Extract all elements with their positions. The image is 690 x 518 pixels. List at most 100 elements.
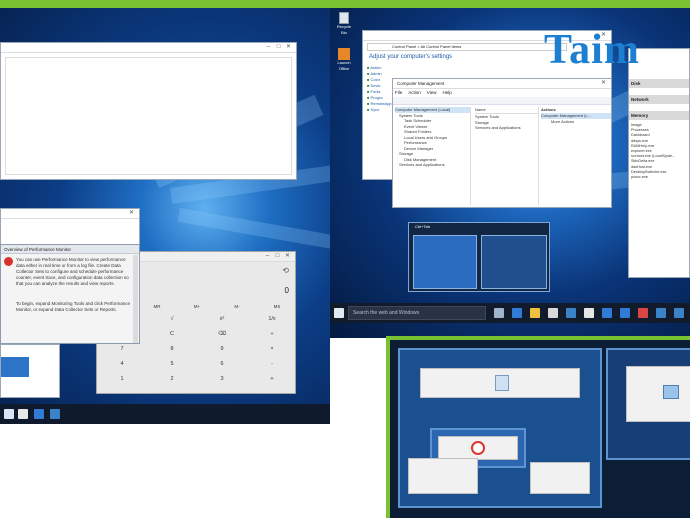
menu-item[interactable]: File: [395, 90, 402, 95]
calc-key[interactable]: 1: [97, 376, 147, 382]
memory-key[interactable]: M+: [177, 304, 217, 309]
app-icon[interactable]: [620, 308, 630, 318]
close-icon[interactable]: ✕: [285, 44, 292, 51]
calc-key[interactable]: -: [247, 361, 297, 367]
window-title: Computer Management: [397, 81, 445, 86]
history-icon[interactable]: ⟲: [282, 266, 289, 275]
zoom-inset: [386, 336, 690, 518]
menu-item[interactable]: View: [427, 90, 437, 95]
app-icon[interactable]: [566, 308, 576, 318]
scrollbar[interactable]: [133, 255, 138, 343]
task-switcher-preview[interactable]: Ctrl+Tab: [408, 222, 550, 292]
process-row[interactable]: pcsvc.exe: [631, 175, 689, 180]
recycle-bin-shortcut[interactable]: Recycle Bin: [334, 12, 354, 36]
calc-key[interactable]: 7: [97, 346, 147, 352]
tree-item[interactable]: Services and Applications: [395, 162, 470, 168]
taskbar-search-box[interactable]: Search the web and Windows: [348, 306, 486, 320]
calc-key[interactable]: ⌫: [197, 331, 247, 337]
blank-window[interactable]: – □ ✕: [0, 42, 297, 180]
app-icon[interactable]: [584, 308, 594, 318]
list: System Tools Storage Services and Applicat…: [475, 114, 538, 131]
task-manager-window[interactable]: Disk Network Memory Image Processes Dashbo…: [628, 48, 690, 278]
maximize-icon[interactable]: □: [274, 253, 281, 260]
taimienphi-logo: Taim: [544, 27, 640, 73]
calc-key[interactable]: 6: [197, 361, 247, 367]
calc-key[interactable]: 8: [147, 346, 197, 352]
dialog-title: Overview of Performance Monitor: [1, 245, 139, 254]
section-network[interactable]: Network: [629, 95, 689, 104]
section-memory[interactable]: Memory: [629, 111, 689, 120]
content-area: [5, 57, 292, 175]
recycle-bin-icon: [339, 12, 349, 24]
memory-key[interactable]: MR: [137, 304, 177, 309]
column-header[interactable]: Name: [475, 107, 538, 114]
section-disk[interactable]: Disk: [629, 79, 689, 88]
memory-key[interactable]: M-: [217, 304, 257, 309]
inset-window: [420, 368, 580, 398]
list-item[interactable]: Services and Applications: [475, 125, 538, 131]
inset-window: [408, 458, 478, 494]
switcher-tile[interactable]: [413, 235, 477, 289]
menu-item[interactable]: Action: [408, 90, 421, 95]
start-icon[interactable]: [4, 409, 14, 419]
menu-item[interactable]: Help: [442, 90, 451, 95]
taskbar-right: Search the web and Windows: [330, 303, 690, 323]
minimize-icon[interactable]: –: [264, 253, 271, 260]
memory-key[interactable]: MS: [257, 304, 297, 309]
task-view-icon[interactable]: [494, 308, 504, 318]
calc-key[interactable]: 2: [147, 376, 197, 382]
close-icon[interactable]: ✕: [284, 253, 291, 260]
app-icon[interactable]: [674, 308, 684, 318]
breadcrumb[interactable]: All Control Panel Items: [421, 44, 462, 49]
app-icon[interactable]: [602, 308, 612, 318]
launch-office-shortcut[interactable]: Launch Office: [334, 48, 354, 72]
computer-management-window[interactable]: Computer Management ✕ File Action View Help…: [392, 78, 612, 208]
action-item[interactable]: More Actions: [541, 119, 611, 125]
minimize-icon[interactable]: –: [265, 44, 272, 51]
title-bar[interactable]: Computer Management ✕: [393, 79, 611, 89]
explorer-icon[interactable]: [34, 409, 44, 419]
inset-desktop-tile[interactable]: [606, 348, 690, 460]
calc-key[interactable]: C: [147, 331, 197, 337]
wallpaper-beam: [177, 208, 330, 250]
calc-key[interactable]: √: [147, 316, 197, 322]
cp-heading: Adjust your computer's settings: [369, 54, 453, 60]
start-icon[interactable]: [334, 308, 344, 318]
edge-icon[interactable]: [512, 308, 522, 318]
small-window[interactable]: [0, 344, 60, 398]
title-bar[interactable]: – □ ✕: [1, 43, 296, 53]
calc-key[interactable]: ÷: [247, 331, 297, 337]
close-icon[interactable]: ✕: [600, 80, 607, 87]
address-bar[interactable]: Control Panel > All Control Panel Items: [367, 43, 567, 51]
inset-window: [438, 436, 518, 460]
cp-item-label: RemoteApp: [370, 101, 392, 106]
calc-key[interactable]: 9: [197, 346, 247, 352]
menu-bar: File Action View Help: [395, 90, 458, 96]
close-icon[interactable]: ✕: [128, 210, 135, 217]
calc-key[interactable]: 1/x: [247, 316, 297, 322]
taskbar-left: [0, 404, 330, 424]
switcher-title: Ctrl+Tab: [415, 224, 431, 229]
title-bar[interactable]: ✕: [1, 209, 139, 219]
app-icon[interactable]: [50, 409, 60, 419]
perf-monitor-dialog[interactable]: Overview of Performance Monitor You can …: [0, 244, 140, 344]
calc-key[interactable]: 4: [97, 361, 147, 367]
inset-window: [626, 366, 690, 422]
inset-desktop-tile[interactable]: [398, 348, 602, 508]
calc-key[interactable]: ×: [247, 346, 297, 352]
cp-item-label: Progra: [370, 95, 383, 100]
maximize-icon[interactable]: □: [275, 44, 282, 51]
inset-content: [390, 340, 690, 518]
folder-icon[interactable]: [530, 308, 540, 318]
calc-key[interactable]: 3: [197, 376, 247, 382]
calc-key[interactable]: +: [247, 376, 297, 382]
app-icon[interactable]: [638, 308, 648, 318]
calc-key[interactable]: x²: [197, 316, 247, 322]
search-icon[interactable]: [18, 409, 28, 419]
calc-key[interactable]: 5: [147, 361, 197, 367]
breadcrumb[interactable]: Control Panel: [392, 44, 416, 49]
app-icon[interactable]: [656, 308, 666, 318]
switcher-tile[interactable]: [481, 235, 547, 289]
store-icon[interactable]: [548, 308, 558, 318]
cp-item-label: Sync: [370, 107, 380, 112]
